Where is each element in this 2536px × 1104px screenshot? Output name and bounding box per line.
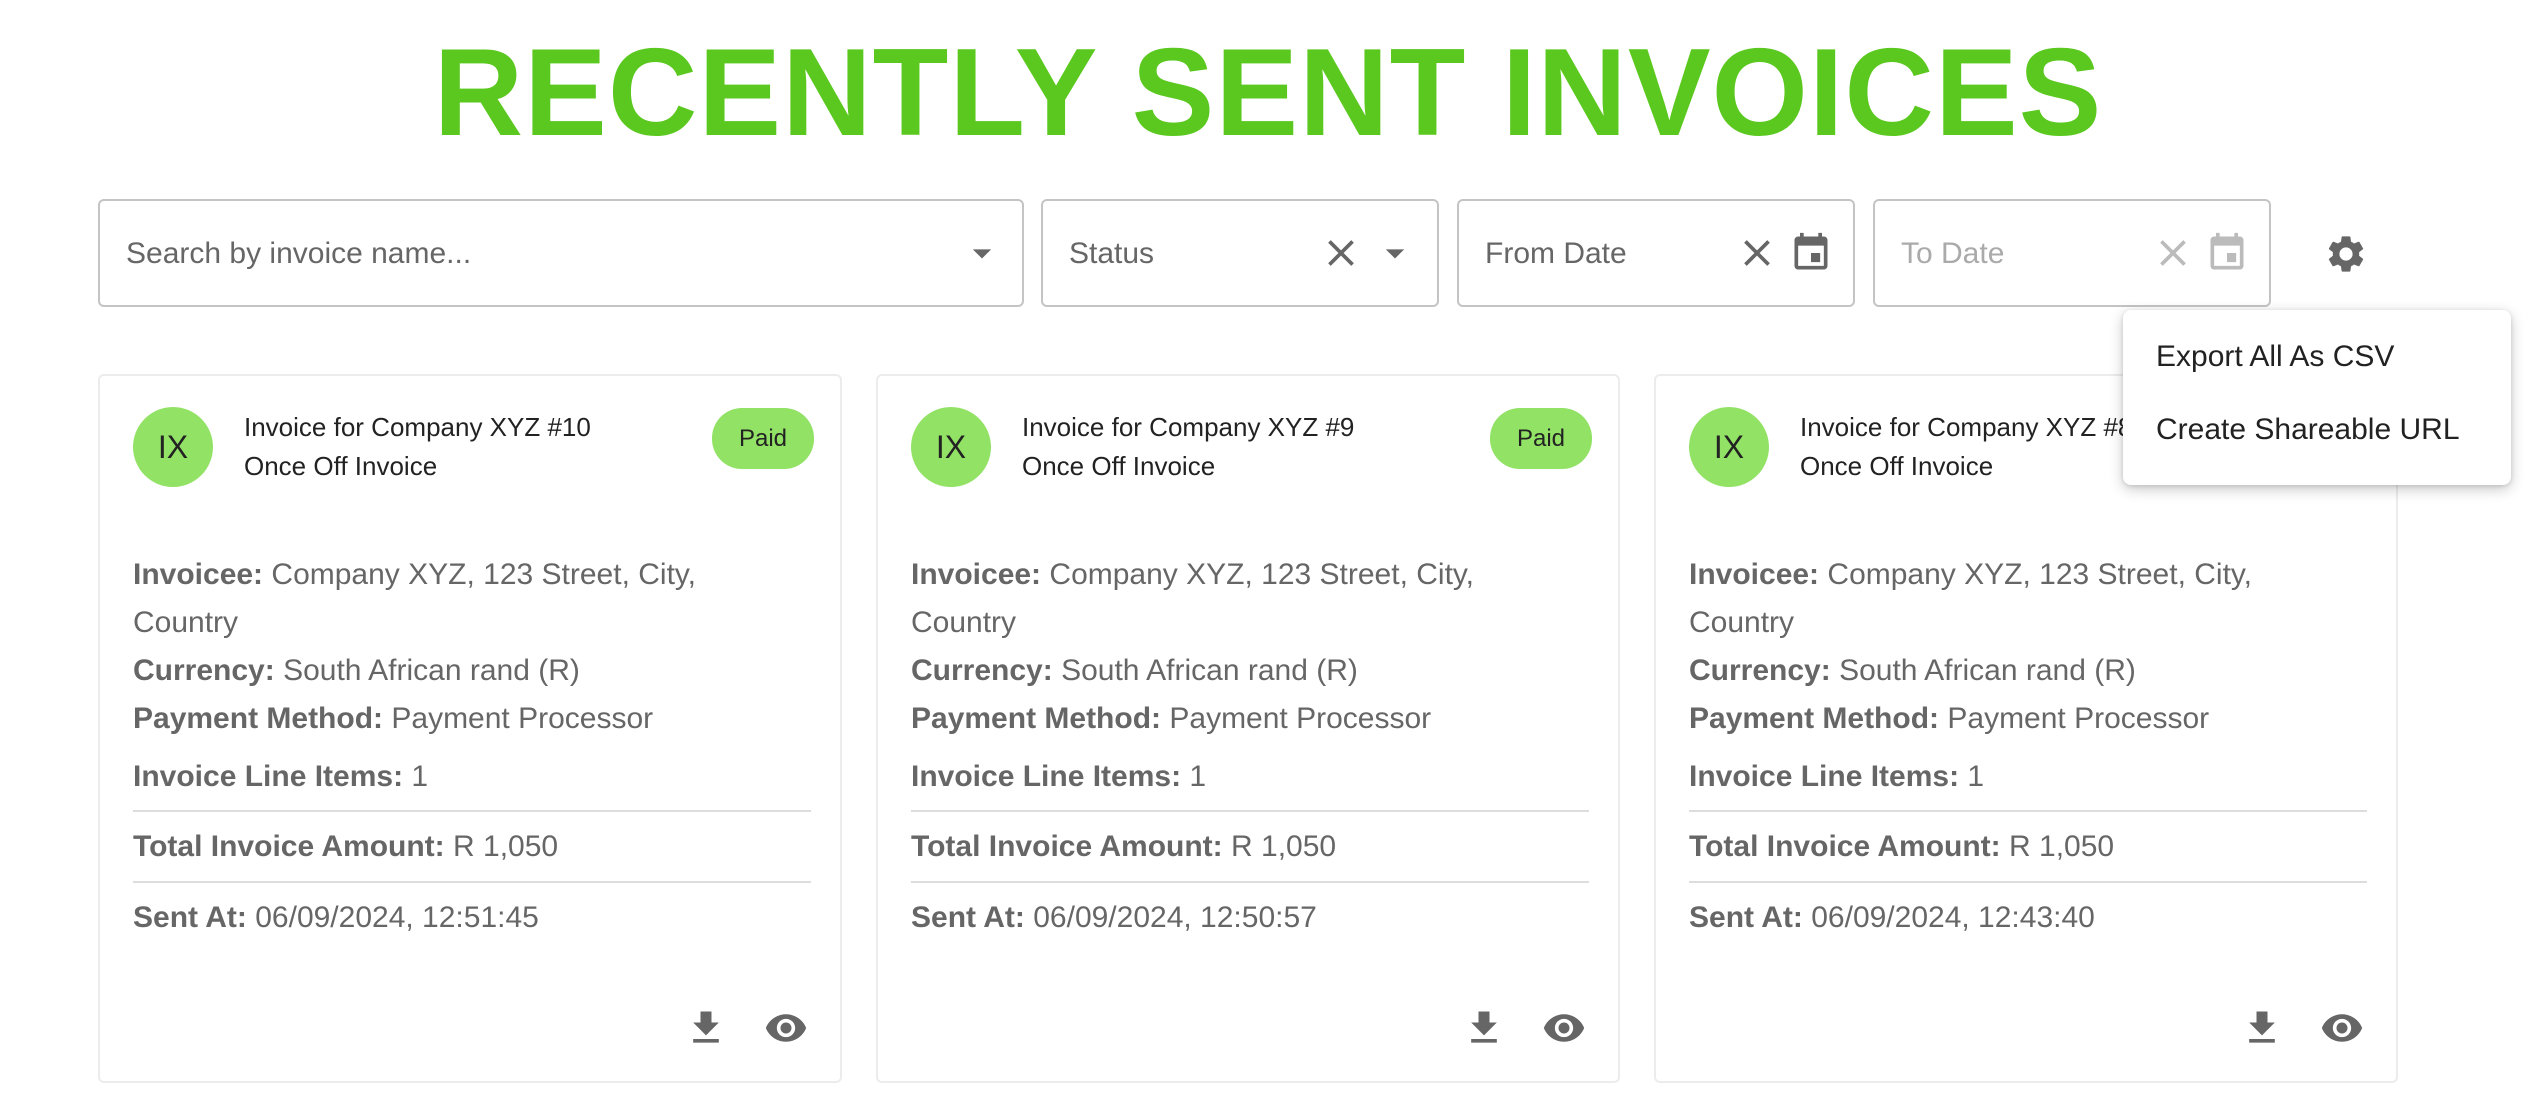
sent-at-value: 06/09/2024, 12:50:57 [1033,901,1317,934]
invoicee-value: Company XYZ, 123 Street, City, [1827,558,2253,591]
payment-method-value: Payment Processor [391,702,654,735]
settings-menu: Export All As CSV Create Shareable URL [2123,310,2511,485]
invoicee-label: Invoicee: [1689,558,1820,591]
invoice-type: Once Off Invoice [1022,451,1216,481]
invoicee-value: Company XYZ, 123 Street, City, [271,558,697,591]
total-value: R 1,050 [2009,830,2115,863]
eye-icon[interactable] [1542,1006,1586,1050]
eye-icon[interactable] [764,1006,808,1050]
clear-icon[interactable] [2151,231,2195,275]
calendar-icon[interactable] [1789,231,1833,275]
divider [133,810,811,812]
line-items-value: 1 [411,760,429,793]
total-value: R 1,050 [1231,830,1337,863]
search-input[interactable]: Search by invoice name... [98,199,1024,307]
dropdown-arrow-icon[interactable] [960,231,1004,275]
divider [133,881,811,883]
menu-item-create-shareable-url[interactable]: Create Shareable URL [2156,413,2460,447]
calendar-icon[interactable] [2205,231,2249,275]
payment-method-value: Payment Processor [1169,702,1432,735]
avatar: IX [133,407,213,487]
currency-label: Currency: [1689,654,1831,687]
line-items-label: Invoice Line Items: [911,760,1182,793]
sent-at-value: 06/09/2024, 12:43:40 [1811,901,2095,934]
currency-value: South African rand (R) [283,654,580,687]
to-date-input[interactable]: To Date [1873,199,2271,307]
invoicee-value-line2: Country [911,606,1017,639]
clear-icon[interactable] [1735,231,1779,275]
payment-method-label: Payment Method: [1689,702,1940,735]
page-title: RECENTLY SENT INVOICES [433,24,2103,162]
currency-label: Currency: [911,654,1053,687]
invoice-card: IX Invoice for Company XYZ #9 Once Off I… [876,374,1620,1083]
avatar: IX [911,407,991,487]
line-items-label: Invoice Line Items: [1689,760,1960,793]
download-icon[interactable] [1462,1006,1506,1050]
sent-at-label: Sent At: [133,901,247,934]
invoicee-value-line2: Country [133,606,239,639]
sent-at-label: Sent At: [1689,901,1803,934]
eye-icon[interactable] [2320,1006,2364,1050]
from-date-label: From Date [1485,237,1627,270]
gear-icon[interactable] [2324,232,2368,276]
to-date-label: To Date [1901,237,2005,270]
invoice-type: Once Off Invoice [1800,451,1994,481]
payment-method-label: Payment Method: [133,702,384,735]
total-value: R 1,050 [453,830,559,863]
invoice-name: Invoice for Company XYZ #8 [1800,412,2133,442]
divider [911,810,1589,812]
avatar: IX [1689,407,1769,487]
sent-at-label: Sent At: [911,901,1025,934]
divider [1689,810,2367,812]
clear-icon[interactable] [1319,231,1363,275]
invoicee-label: Invoicee: [133,558,264,591]
total-label: Total Invoice Amount: [1689,830,2001,863]
invoice-name: Invoice for Company XYZ #10 [244,412,591,442]
invoice-type: Once Off Invoice [244,451,438,481]
sent-at-value: 06/09/2024, 12:51:45 [255,901,539,934]
line-items-value: 1 [1189,760,1207,793]
divider [911,881,1589,883]
payment-method-value: Payment Processor [1947,702,2210,735]
menu-item-export-csv[interactable]: Export All As CSV [2156,340,2394,374]
download-icon[interactable] [684,1006,728,1050]
total-label: Total Invoice Amount: [133,830,445,863]
invoicee-label: Invoicee: [911,558,1042,591]
invoice-card: IX Invoice for Company XYZ #10 Once Off … [98,374,842,1083]
dropdown-arrow-icon[interactable] [1373,231,1417,275]
invoicee-value: Company XYZ, 123 Street, City, [1049,558,1475,591]
from-date-input[interactable]: From Date [1457,199,1855,307]
download-icon[interactable] [2240,1006,2284,1050]
currency-value: South African rand (R) [1061,654,1358,687]
status-badge: Paid [712,408,814,469]
status-select[interactable]: Status [1041,199,1439,307]
currency-label: Currency: [133,654,275,687]
status-badge: Paid [1490,408,1592,469]
divider [1689,881,2367,883]
invoicee-value-line2: Country [1689,606,1795,639]
line-items-value: 1 [1967,760,1985,793]
line-items-label: Invoice Line Items: [133,760,404,793]
status-label: Status [1069,237,1155,270]
payment-method-label: Payment Method: [911,702,1162,735]
currency-value: South African rand (R) [1839,654,2136,687]
search-placeholder: Search by invoice name... [126,237,472,270]
invoice-name: Invoice for Company XYZ #9 [1022,412,1355,442]
total-label: Total Invoice Amount: [911,830,1223,863]
